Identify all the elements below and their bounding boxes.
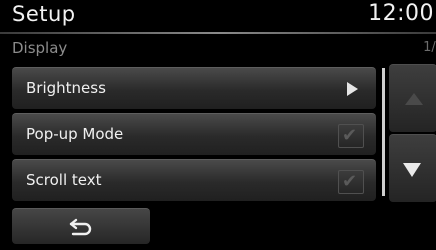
triangle-down-icon (403, 163, 421, 177)
triangle-up-icon (405, 93, 423, 105)
menu-item-label: Pop-up Mode (26, 125, 124, 143)
page-indicator: 1/2 (423, 40, 436, 55)
header-bar: Setup 12:00 (0, 0, 436, 32)
menu-item-label: Brightness (26, 79, 106, 97)
header-divider (0, 32, 436, 34)
popup-mode-checkbox[interactable]: ✔ (338, 124, 364, 148)
chevron-right-icon (347, 82, 358, 96)
scroll-up-button[interactable] (389, 64, 436, 132)
back-button[interactable] (12, 208, 150, 244)
menu-item-label: Scroll text (26, 171, 102, 189)
page-title: Setup (12, 2, 76, 26)
scroll-down-button[interactable] (389, 134, 436, 202)
scroll-indicator (382, 68, 385, 196)
back-arrow-icon (69, 218, 92, 236)
clock: 12:00 (368, 1, 434, 26)
scroll-text-checkbox[interactable]: ✔ (338, 170, 364, 194)
menu-item-popup-mode[interactable]: Pop-up Mode ✔ (12, 113, 376, 155)
menu-item-brightness[interactable]: Brightness (12, 67, 376, 109)
checkmark-icon: ✔ (342, 171, 358, 192)
checkmark-icon: ✔ (342, 125, 358, 146)
menu-item-scroll-text[interactable]: Scroll text ✔ (12, 159, 376, 201)
section-title: Display (12, 39, 68, 57)
